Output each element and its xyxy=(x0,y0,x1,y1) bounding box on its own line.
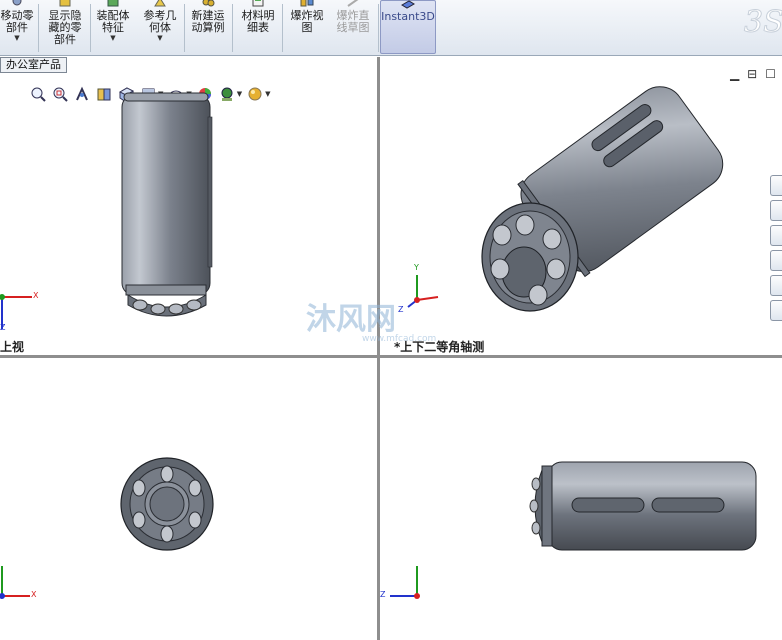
solidworks-window: 移动零 部件 ▼ 显示隐 藏的零 部件 装配体 特征 ▼ 参考几 何体 ▼ 新建… xyxy=(0,0,782,640)
ribbon-divider xyxy=(378,4,379,52)
ribbon-divider xyxy=(282,4,283,52)
bill-of-materials-icon xyxy=(252,0,264,7)
axis-y-label: Y xyxy=(414,263,419,272)
show-hidden-components-icon xyxy=(59,0,71,7)
home-icon[interactable] xyxy=(770,175,782,196)
move-component-label: 移动零 部件 xyxy=(0,9,34,34)
exploded-view-label: 爆炸视 图 xyxy=(290,9,324,34)
feature-tree-tab[interactable]: 办公室产品 xyxy=(0,57,67,73)
viewport-side-view[interactable]: Z xyxy=(380,358,782,640)
instant3d-button[interactable]: Instant3D xyxy=(380,0,436,54)
watermark-text: 沐风网 xyxy=(306,302,396,337)
dropdown-arrow-icon[interactable]: ▼ xyxy=(138,34,182,42)
file-explorer-icon[interactable] xyxy=(770,225,782,246)
ribbon-divider xyxy=(90,4,91,52)
assembly-features-label: 装配体 特征 xyxy=(96,9,130,34)
part-end-view-graphic[interactable] xyxy=(0,358,377,640)
ribbon-divider xyxy=(184,4,185,52)
show-hidden-components-button[interactable]: 显示隐 藏的零 部件 xyxy=(42,0,88,56)
appearances-icon[interactable] xyxy=(770,275,782,296)
exploded-view-icon xyxy=(300,0,314,7)
dropdown-arrow-icon[interactable]: ▼ xyxy=(92,34,134,42)
exploded-view-button[interactable]: 爆炸视 图 xyxy=(284,0,330,56)
custom-properties-icon[interactable] xyxy=(770,300,782,321)
axis-z-label: Z xyxy=(0,323,6,332)
bill-of-materials-label: 材料明 细表 xyxy=(241,9,275,34)
ds-solidworks-logo-icon: 3S xyxy=(744,5,782,41)
new-motion-study-button[interactable]: 新建运 动算例 xyxy=(186,0,230,56)
assembly-features-icon xyxy=(107,0,119,7)
dropdown-arrow-icon[interactable]: ▼ xyxy=(0,34,36,42)
watermark-url: www.mfcad.com xyxy=(362,334,436,344)
viewport-horizontal-splitter[interactable] xyxy=(0,355,782,358)
design-library-icon[interactable] xyxy=(770,200,782,221)
bill-of-materials-button[interactable]: 材料明 细表 xyxy=(236,0,280,56)
instant3d-label: Instant3D xyxy=(381,10,435,23)
svg-text:3S: 3S xyxy=(744,5,782,40)
reference-geometry-icon xyxy=(154,0,166,7)
task-pane-tabs xyxy=(770,175,782,325)
axis-x-label: X xyxy=(33,291,39,300)
axis-x-label: X xyxy=(31,590,37,599)
new-motion-study-label: 新建运 动算例 xyxy=(191,9,225,34)
show-hidden-components-label: 显示隐 藏的零 部件 xyxy=(48,9,82,46)
explode-line-sketch-label: 爆炸直 线草图 xyxy=(336,9,370,34)
viewport-front-view[interactable]: X xyxy=(0,358,377,640)
ribbon-divider xyxy=(38,4,39,52)
ribbon-divider xyxy=(232,4,233,52)
explode-line-sketch-button[interactable]: 爆炸直 线草图 xyxy=(330,0,376,56)
axis-z-label: Z xyxy=(380,590,386,599)
explode-line-sketch-icon xyxy=(347,0,359,7)
feature-tree-tab-label: 办公室产品 xyxy=(6,58,61,71)
move-component-icon xyxy=(12,0,22,6)
command-manager-ribbon: 移动零 部件 ▼ 显示隐 藏的零 部件 装配体 特征 ▼ 参考几 何体 ▼ 新建… xyxy=(0,0,782,56)
viewport-label-top: 上视 xyxy=(0,340,25,354)
reference-geometry-button[interactable]: 参考几 何体 ▼ xyxy=(138,0,182,56)
instant3d-icon xyxy=(401,0,415,9)
assembly-features-button[interactable]: 装配体 特征 ▼ xyxy=(92,0,134,56)
mfcad-watermark-logo: 沐风网 www.mfcad.com xyxy=(306,302,436,344)
view-palette-icon[interactable] xyxy=(770,250,782,271)
move-component-button[interactable]: 移动零 部件 ▼ xyxy=(0,0,36,56)
reference-geometry-label: 参考几 何体 xyxy=(143,9,177,34)
part-side-view-graphic[interactable] xyxy=(380,358,782,640)
motion-study-icon xyxy=(202,0,215,7)
